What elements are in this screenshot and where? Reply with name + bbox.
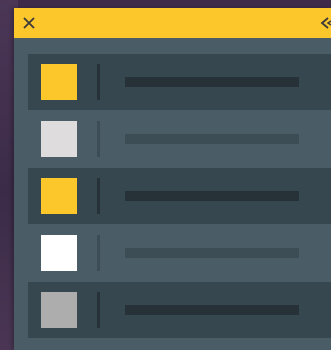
placeholder-bar xyxy=(125,248,299,258)
chevron-left-icon xyxy=(320,17,331,29)
color-list xyxy=(28,54,331,339)
color-swatch[interactable] xyxy=(41,121,77,157)
divider xyxy=(97,235,100,271)
divider xyxy=(97,64,100,100)
color-swatch[interactable] xyxy=(41,235,77,271)
divider xyxy=(97,178,100,214)
list-item[interactable] xyxy=(28,111,331,167)
list-item[interactable] xyxy=(28,225,331,281)
placeholder-bar xyxy=(125,134,299,144)
placeholder-bar xyxy=(125,77,299,87)
list-item[interactable] xyxy=(28,282,331,338)
list-item[interactable] xyxy=(28,168,331,224)
color-swatch[interactable] xyxy=(41,292,77,328)
placeholder-bar xyxy=(125,305,299,315)
color-swatch[interactable] xyxy=(41,64,77,100)
list-item[interactable] xyxy=(28,54,331,110)
placeholder-bar xyxy=(125,191,299,201)
panel-header xyxy=(14,8,331,38)
divider xyxy=(97,121,100,157)
close-button[interactable] xyxy=(14,8,44,38)
back-button[interactable] xyxy=(311,8,331,38)
color-list-panel xyxy=(14,8,331,350)
close-icon xyxy=(23,17,35,29)
divider xyxy=(97,292,100,328)
color-swatch[interactable] xyxy=(41,178,77,214)
